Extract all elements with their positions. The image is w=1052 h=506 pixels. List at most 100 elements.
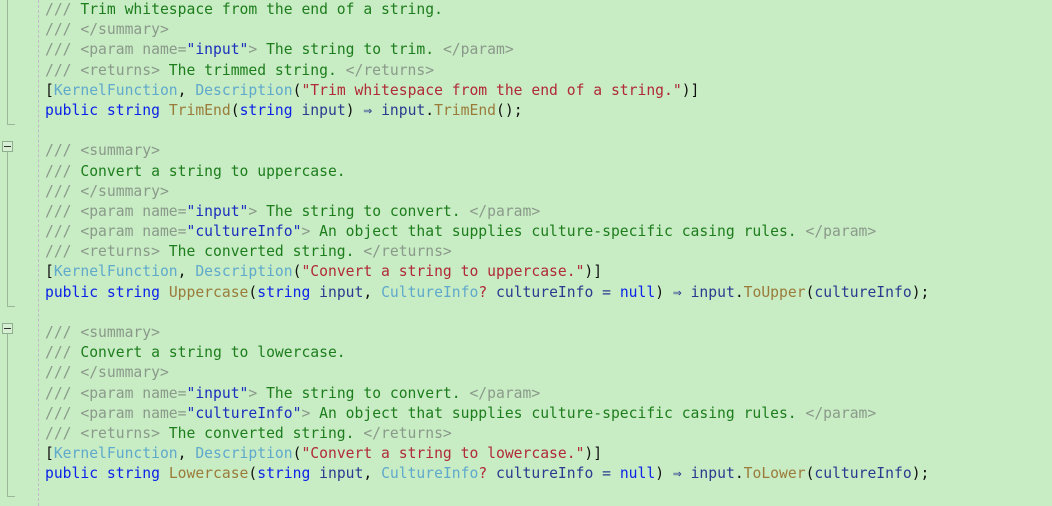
- code-line[interactable]: public string TrimEnd(string input) ⇒ in…: [0, 101, 1052, 121]
- code-token: ,: [177, 81, 196, 99]
- code-line[interactable]: public string Uppercase(string input, Cu…: [0, 283, 1052, 303]
- code-line[interactable]: [KernelFunction, Description("Convert a …: [0, 262, 1052, 282]
- code-line[interactable]: /// Trim whitespace from the end of a st…: [0, 0, 1052, 20]
- code-token: /// <param name=: [45, 404, 187, 422]
- code-token: /// <returns>: [45, 424, 169, 442]
- code-token: [: [45, 81, 54, 99]
- code-line[interactable]: [KernelFunction, Description("Convert a …: [0, 444, 1052, 464]
- code-token: );: [911, 283, 930, 301]
- code-token: )]: [584, 263, 603, 281]
- code-token: /// </summary>: [45, 364, 169, 382]
- code-token: </returns>: [345, 61, 435, 79]
- code-token: /// <returns>: [45, 243, 169, 261]
- code-token: >: [248, 202, 267, 220]
- code-token: )]: [584, 445, 603, 463]
- code-token: "Convert a string to lowercase.": [301, 445, 585, 463]
- code-token: ToLower: [743, 465, 806, 483]
- code-token: string: [257, 465, 311, 483]
- code-text-area[interactable]: /// Trim whitespace from the end of a st…: [0, 0, 1052, 506]
- code-token: /// <summary>: [45, 142, 160, 160]
- code-token: An object that supplies culture-specific…: [319, 223, 806, 241]
- code-line[interactable]: [0, 303, 1052, 323]
- code-line[interactable]: /// </summary>: [0, 363, 1052, 383]
- code-editor-viewport[interactable]: /// Trim whitespace from the end of a st…: [0, 0, 1052, 506]
- code-line[interactable]: public string Lowercase(string input, Cu…: [0, 464, 1052, 484]
- code-token: The string to convert.: [266, 384, 470, 402]
- code-token: (: [248, 465, 258, 483]
- code-token: TrimEnd: [434, 101, 497, 119]
- code-line[interactable]: [0, 121, 1052, 141]
- code-token: Description: [195, 81, 293, 99]
- code-token: cultureInfo: [496, 465, 594, 483]
- code-line[interactable]: /// </summary>: [0, 20, 1052, 40]
- code-token: /// <param name=: [45, 41, 187, 59]
- code-token: >: [248, 384, 267, 402]
- code-token: input: [690, 465, 735, 483]
- code-token: input: [319, 283, 364, 301]
- code-token: TrimEnd: [168, 101, 231, 119]
- code-token: CultureInfo: [381, 465, 479, 483]
- code-token: /// <summary>: [45, 324, 160, 341]
- code-token: public: [45, 465, 99, 483]
- code-line[interactable]: /// <returns> The trimmed string. </retu…: [0, 61, 1052, 81]
- code-line[interactable]: /// <summary>: [0, 141, 1052, 161]
- code-token: )]: [681, 81, 700, 99]
- code-token: ): [655, 465, 665, 483]
- code-token: The converted string.: [168, 243, 364, 261]
- code-line[interactable]: /// <param name="cultureInfo"> An object…: [0, 404, 1052, 424]
- code-token: >: [248, 41, 267, 59]
- code-token: Convert a string to uppercase.: [80, 162, 346, 180]
- code-token: =: [593, 283, 620, 301]
- code-token: "Convert a string to uppercase.": [301, 263, 585, 281]
- code-token: [: [45, 445, 54, 463]
- code-token: /// </summary>: [45, 21, 169, 39]
- code-token: Uppercase: [168, 283, 249, 301]
- code-token: "input": [186, 384, 249, 402]
- code-token: </returns>: [363, 424, 452, 442]
- code-token: "input": [186, 41, 249, 59]
- code-token: Trim whitespace from the end of a string…: [80, 1, 443, 18]
- code-token: ///: [45, 1, 81, 18]
- code-token: "Trim whitespace from the end of a strin…: [301, 81, 682, 99]
- code-token: ,: [177, 263, 196, 281]
- code-token: string: [239, 101, 293, 119]
- code-line[interactable]: /// <returns> The converted string. </re…: [0, 424, 1052, 444]
- code-token: (: [230, 101, 240, 119]
- code-line[interactable]: /// <returns> The converted string. </re…: [0, 242, 1052, 262]
- code-token: public: [45, 101, 99, 119]
- code-token: /// <param name=: [45, 202, 187, 220]
- code-token: ?: [478, 283, 488, 301]
- code-token: null: [619, 283, 656, 301]
- code-token: </param>: [442, 41, 514, 59]
- code-token: ///: [45, 344, 81, 362]
- code-line[interactable]: /// <param name="input"> The string to t…: [0, 40, 1052, 60]
- code-line[interactable]: [KernelFunction, Description("Trim white…: [0, 81, 1052, 101]
- code-token: );: [911, 465, 930, 483]
- code-token: KernelFunction: [53, 81, 178, 99]
- code-token: </param>: [469, 202, 541, 220]
- code-line[interactable]: /// <summary>: [0, 323, 1052, 343]
- code-token: ///: [45, 162, 81, 180]
- code-token: ): [655, 283, 665, 301]
- code-line[interactable]: /// <param name="input"> The string to c…: [0, 202, 1052, 222]
- code-line[interactable]: /// Convert a string to uppercase.: [0, 162, 1052, 182]
- code-token: "cultureInfo": [186, 404, 302, 422]
- code-token: public: [45, 283, 99, 301]
- code-token: string: [106, 101, 160, 119]
- code-line[interactable]: /// <param name="input"> The string to c…: [0, 384, 1052, 404]
- code-token: /// <param name=: [45, 384, 187, 402]
- code-line[interactable]: /// Convert a string to lowercase.: [0, 343, 1052, 363]
- code-line[interactable]: /// <param name="cultureInfo"> An object…: [0, 222, 1052, 242]
- code-token: Convert a string to lowercase.: [80, 344, 346, 362]
- code-token: </returns>: [363, 243, 452, 261]
- code-token: cultureInfo: [814, 283, 912, 301]
- code-token: ⇒: [664, 283, 691, 301]
- code-token: (: [248, 283, 258, 301]
- code-line[interactable]: /// </summary>: [0, 182, 1052, 202]
